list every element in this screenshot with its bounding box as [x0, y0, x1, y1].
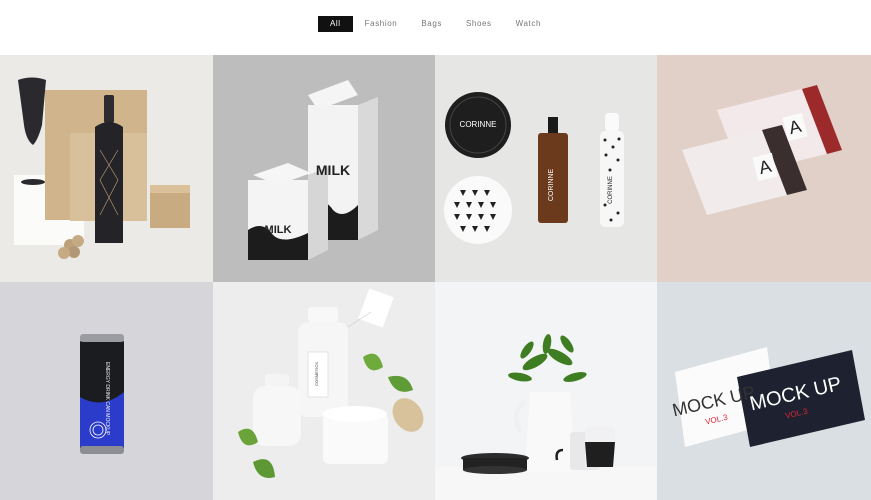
wine-bottle-image — [0, 55, 213, 282]
portfolio-item-wine-bottle[interactable] — [0, 55, 213, 282]
wet-wipes-image: A A — [657, 55, 871, 282]
milk-label-back: MILK — [265, 224, 292, 236]
cream-bottle-label: COSMETICS — [314, 362, 319, 386]
portfolio-item-milk-cartons[interactable]: MILK MILK — [213, 55, 435, 282]
portfolio-item-plant-bowls[interactable] — [435, 282, 657, 500]
cosmetics-bottle-label: CORINNE — [548, 169, 555, 202]
filter-tab-fashion[interactable]: Fashion — [353, 16, 410, 32]
cream-jars-image: COSMETICS — [213, 282, 435, 500]
plant-bowls-image — [435, 282, 657, 500]
portfolio-item-energy-can[interactable]: ENERGY DRINK CAN MOCKUP — [0, 282, 213, 500]
portfolio-item-cosmetics[interactable]: CORINNE CORINNE CORINNE — [435, 55, 657, 282]
filter-tab-shoes[interactable]: Shoes — [454, 16, 504, 32]
portfolio-filter-bar: All Fashion Bags Shoes Watch — [0, 16, 871, 32]
milk-carton-image: MILK MILK — [213, 55, 435, 282]
portfolio-item-business-cards[interactable]: MOCK UP VOL.3 MOCK UP VOL.3 — [657, 282, 871, 500]
filter-tab-bags[interactable]: Bags — [409, 16, 454, 32]
can-label: ENERGY DRINK CAN MOCKUP — [104, 362, 110, 436]
filter-tab-all[interactable]: All — [317, 16, 353, 32]
energy-can-image: ENERGY DRINK CAN MOCKUP — [0, 282, 213, 500]
business-cards-image: MOCK UP VOL.3 MOCK UP VOL.3 — [657, 282, 871, 500]
portfolio-item-cream-jars[interactable]: COSMETICS — [213, 282, 435, 500]
cosmetics-image: CORINNE CORINNE CORINNE — [435, 55, 657, 282]
portfolio-grid: MILK MILK CORINNE CORINNE CORINNE A A EN… — [0, 55, 871, 500]
filter-tab-watch[interactable]: Watch — [504, 16, 553, 32]
milk-label-front: MILK — [316, 162, 350, 178]
portfolio-item-wet-wipes[interactable]: A A — [657, 55, 871, 282]
cosmetics-spray-label: CORINNE — [608, 176, 614, 204]
cosmetics-brand-lid: CORINNE — [460, 120, 497, 129]
